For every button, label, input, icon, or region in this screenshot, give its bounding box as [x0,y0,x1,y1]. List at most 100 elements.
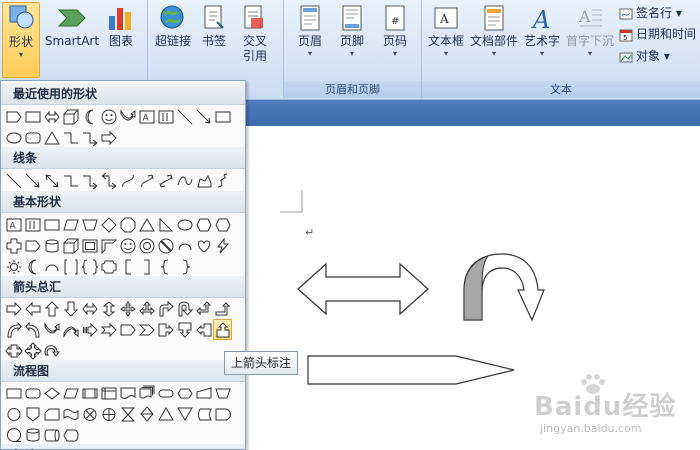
fcmerge-shape-icon[interactable] [175,403,194,424]
signature-line-button[interactable]: 签名行 ▾ [619,4,682,22]
fcsort-shape-icon[interactable] [137,403,156,424]
hyperlink-button[interactable]: 超链接 [152,4,194,74]
fccard-shape-icon[interactable] [42,403,61,424]
nosign-shape-icon[interactable] [156,235,175,256]
moon-shape-icon[interactable] [80,106,99,127]
scribble-shape-icon[interactable] [213,170,232,191]
rect-shape-icon[interactable] [42,214,61,235]
smiley-shape-icon[interactable] [118,235,137,256]
notched-shape-icon[interactable] [99,319,118,340]
para-shape-icon[interactable] [61,214,80,235]
octagon-shape-icon[interactable] [118,214,137,235]
elbowarrow-shape-icon[interactable] [80,127,99,148]
freecurve-shape-icon[interactable] [175,170,194,191]
date-time-button[interactable]: 5 日期和时间 [619,25,696,43]
pentagon-arrow-shape[interactable] [306,354,518,386]
vtextbox-shape-icon[interactable] [23,214,42,235]
rbracket-shape-icon[interactable] [137,256,156,277]
fcmanualop-shape-icon[interactable] [213,382,232,403]
elbow-shape-icon[interactable] [61,170,80,191]
fcdata-shape-icon[interactable] [61,382,80,403]
fcinternal-shape-icon[interactable] [99,382,118,403]
arc-shape-icon[interactable] [42,256,61,277]
elbowdarrow-shape-icon[interactable] [99,170,118,191]
docparts-button[interactable]: 文档部件 ▾ [468,4,520,74]
uarrow-shape-icon[interactable] [42,298,61,319]
fcsumming-shape-icon[interactable] [80,403,99,424]
quadcallout-shape-icon[interactable] [23,340,42,361]
fcterm-shape-icon[interactable] [156,382,175,403]
rtriangle-shape-icon[interactable] [156,214,175,235]
plaque-shape-icon[interactable] [99,256,118,277]
elbow-shape-icon[interactable] [61,127,80,148]
fcmultidoc-shape-icon[interactable] [137,382,156,403]
chart-button[interactable]: 图表 [102,4,140,74]
halfframe-shape-icon[interactable] [99,235,118,256]
bookmark-button[interactable]: 书签 [196,4,232,74]
curvarrow-shape-icon[interactable] [23,106,42,127]
circarrow-shape-icon[interactable] [42,340,61,361]
hexagon-shape-icon[interactable] [213,214,232,235]
curvup-shape-icon[interactable] [118,106,137,127]
dcallout-shape-icon[interactable] [175,319,194,340]
line-shape-icon[interactable] [4,170,23,191]
fcdirect-shape-icon[interactable] [42,424,61,445]
larrow-shape-icon[interactable] [23,298,42,319]
arc-shape-icon[interactable] [175,235,194,256]
ellipse-shape-icon[interactable] [175,214,194,235]
object-button[interactable]: 对象 ▾ [619,47,670,65]
lcallout-shape-icon[interactable] [194,319,213,340]
hexagon-shape-icon[interactable] [194,214,213,235]
arrowline-shape-icon[interactable] [23,170,42,191]
rcallout-shape-icon[interactable] [156,319,175,340]
donut-shape-icon[interactable] [137,235,156,256]
bentup-shape-icon[interactable] [213,298,232,319]
cube-shape-icon[interactable] [61,106,80,127]
rect-shape-icon[interactable] [213,106,232,127]
fcstored-shape-icon[interactable] [194,403,213,424]
triangle-shape-icon[interactable] [137,214,156,235]
fcpredef-shape-icon[interactable] [80,382,99,403]
rarrow-shape-icon[interactable] [99,127,118,148]
darrowline-shape-icon[interactable] [42,170,61,191]
fcprep-shape-icon[interactable] [175,382,194,403]
lrudarrow-shape-icon[interactable] [137,298,156,319]
ucallout-shape-icon[interactable] [213,319,232,340]
fcprocess-shape-icon[interactable] [4,382,23,403]
fcoffpage-shape-icon[interactable] [23,403,42,424]
lupbent-shape-icon[interactable] [194,298,213,319]
curvup-shape-icon[interactable] [42,319,61,340]
bracket-shape-icon[interactable] [118,256,137,277]
darrow-shape-icon[interactable] [61,298,80,319]
elbowarrow-shape-icon[interactable] [80,170,99,191]
chevron-shape-icon[interactable] [137,319,156,340]
bentarrow-shape-icon[interactable] [156,298,175,319]
rarrow-shape-icon[interactable] [4,298,23,319]
fcmanualin-shape-icon[interactable] [194,382,213,403]
can-shape-icon[interactable] [42,235,61,256]
frame-shape-icon[interactable] [80,235,99,256]
fcconnector-shape-icon[interactable] [4,403,23,424]
roundrect-shape-icon[interactable] [23,127,42,148]
curvearrow-shape-icon[interactable] [137,170,156,191]
curvedarrow-shape-icon[interactable] [156,170,175,191]
curve-shape-icon[interactable] [118,170,137,191]
cube-shape-icon[interactable] [61,235,80,256]
fcdelay-shape-icon[interactable] [213,403,232,424]
textbox-button[interactable]: A 文本框 ▾ [424,4,468,74]
textbox-shape-icon[interactable]: A [137,106,156,127]
cross-shape-icon[interactable] [4,235,23,256]
fcor-shape-icon[interactable] [99,403,118,424]
fcdisplay-shape-icon[interactable] [61,424,80,445]
fcdecision-shape-icon[interactable] [42,382,61,403]
fcseqaccess-shape-icon[interactable] [4,424,23,445]
fcmagdisk-shape-icon[interactable] [23,424,42,445]
heart-shape-icon[interactable] [194,235,213,256]
brace-shape-icon[interactable] [156,256,175,277]
rbrace-shape-icon[interactable] [175,256,194,277]
curved-arrow-shape[interactable] [460,252,550,326]
trap-shape-icon[interactable] [80,214,99,235]
page-number-button[interactable]: # 页码 ▾ [374,4,416,74]
arrowline-shape-icon[interactable] [194,106,213,127]
dbracket-shape-icon[interactable] [61,256,80,277]
